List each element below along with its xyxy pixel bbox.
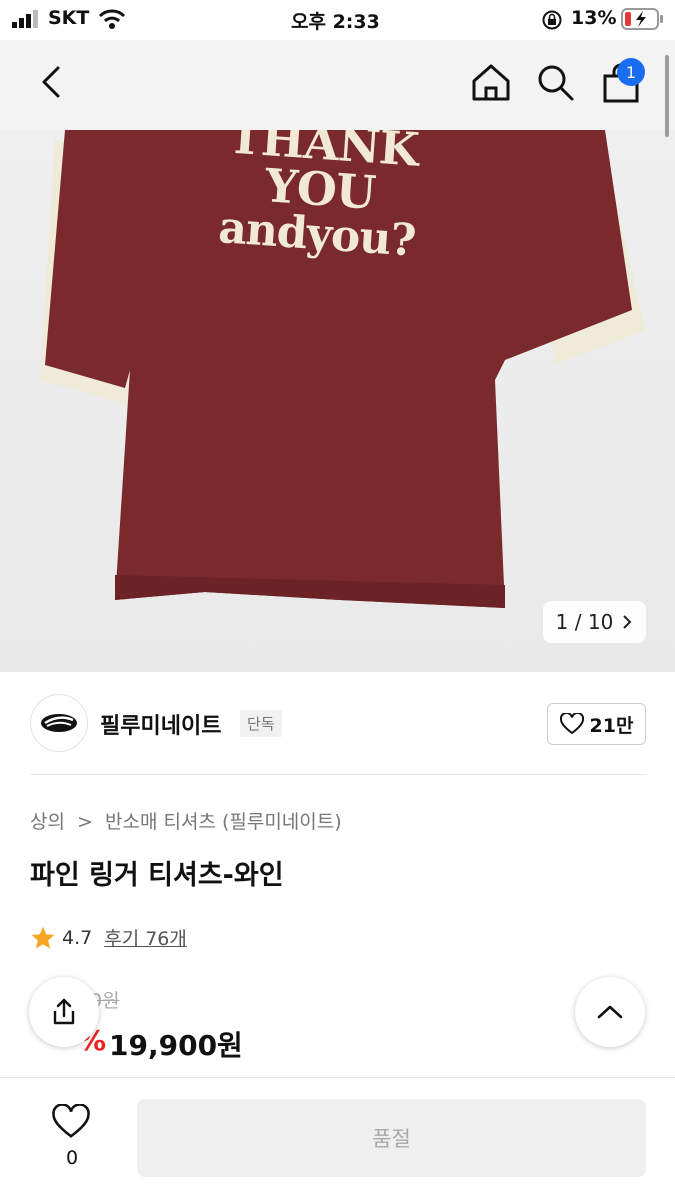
wishlist-heart-icon[interactable] <box>52 1104 90 1140</box>
search-icon[interactable] <box>535 62 575 102</box>
brand-logo-icon <box>41 714 77 732</box>
divider <box>30 774 646 775</box>
brand-name[interactable]: 필루미네이트 <box>100 708 221 740</box>
clock-label: 오후 2:33 <box>291 11 380 33</box>
wifi-icon <box>98 9 126 29</box>
battery-percent-label: 13% <box>571 7 617 29</box>
image-counter[interactable]: 1 / 10 <box>543 601 646 643</box>
back-icon[interactable] <box>36 64 66 100</box>
breadcrumb-category[interactable]: 상의 <box>30 811 65 833</box>
review-link[interactable]: 후기 76개 <box>104 924 187 951</box>
image-counter-label: 1 / 10 <box>555 610 614 634</box>
scroll-top-button[interactable] <box>575 977 645 1047</box>
orientation-lock-icon <box>542 10 562 30</box>
rating-row: 4.7 후기 76개 <box>30 924 187 951</box>
wishlist-count: 0 <box>65 1147 79 1169</box>
chevron-up-icon <box>597 1005 623 1019</box>
exclusive-badge: 단독 <box>240 710 282 737</box>
breadcrumb: 상의 > 반소매 티셔츠 (필루미네이트) <box>30 807 342 834</box>
signal-icon <box>12 10 38 28</box>
cart-badge: 1 <box>617 58 645 86</box>
brand-logo[interactable] <box>30 694 88 752</box>
rating-value: 4.7 <box>62 926 93 949</box>
scrollbar[interactable] <box>665 55 669 137</box>
star-icon <box>31 926 55 949</box>
share-button[interactable] <box>29 977 99 1047</box>
shirt-print-text: THANK YOU andyou? <box>166 130 475 268</box>
battery-low-icon <box>621 8 663 30</box>
soldout-button: 품절 <box>137 1099 646 1177</box>
heart-icon <box>559 713 584 735</box>
brand-like-count: 21만 <box>589 714 634 737</box>
share-icon <box>53 998 75 1025</box>
product-image[interactable]: THANK YOU andyou? <box>0 130 675 672</box>
status-bar: SKT 오후 2:33 13% <box>0 0 675 40</box>
chevron-right-icon <box>623 615 632 629</box>
product-title: 파인 링거 티셔츠-와인 <box>30 860 284 891</box>
carrier-label: SKT <box>48 7 90 29</box>
sale-price: 19,900원 <box>109 1029 243 1062</box>
breadcrumb-separator: > <box>77 811 93 833</box>
brand-like-button[interactable]: 21만 <box>547 703 646 745</box>
breadcrumb-subcategory[interactable]: 반소매 티셔츠 (필루미네이트) <box>105 811 342 833</box>
home-icon[interactable] <box>470 61 512 103</box>
